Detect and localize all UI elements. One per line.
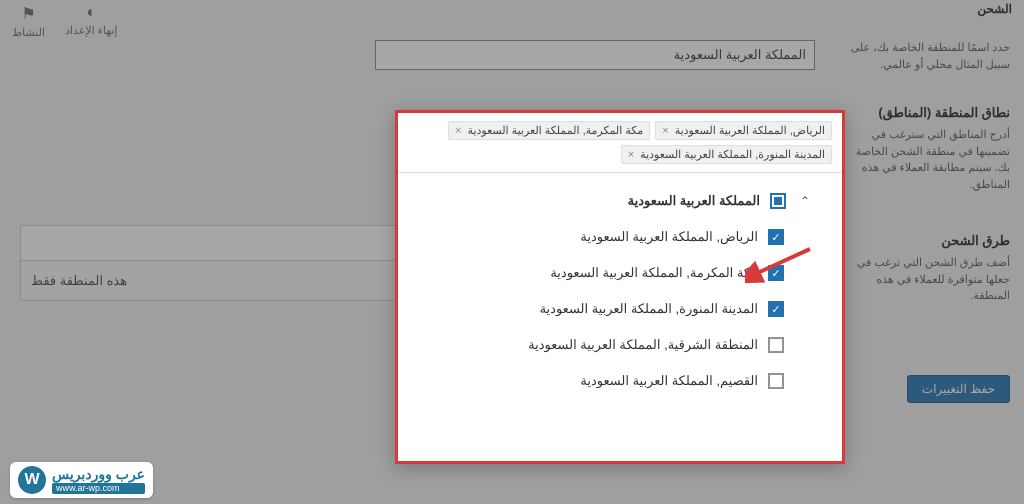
- tree-child-row[interactable]: المنطقة الشرقية, المملكة العربية السعودي…: [416, 327, 824, 363]
- zone-regions-title: نطاق المنطقة (المناطق): [845, 105, 1010, 121]
- checkbox[interactable]: ✓: [768, 301, 784, 317]
- checkbox[interactable]: [768, 337, 784, 353]
- contrast-icon: ◐: [86, 4, 96, 22]
- flag-icon: ⚑: [21, 4, 35, 24]
- wp-icon: W: [18, 466, 46, 494]
- tree-child-row[interactable]: ✓المدينة المنورة, المملكة العربية السعود…: [416, 291, 824, 327]
- region-chip[interactable]: المدينة المنورة, المملكة العربية السعودي…: [621, 145, 832, 164]
- region-chip[interactable]: الرياض, المملكة العربية السعودية×: [655, 121, 832, 140]
- activity-button[interactable]: ⚑ النشاط: [12, 4, 45, 39]
- tree-child-row[interactable]: ✓مكة المكرمة, المملكة العربية السعودية: [416, 255, 824, 291]
- tree-parent-row[interactable]: ⌃المملكة العربية السعودية: [416, 183, 824, 219]
- checkbox[interactable]: ✓: [768, 265, 784, 281]
- zone-name-input[interactable]: [375, 40, 815, 70]
- zone-name-helper: حدد اسمًا للمنطقة الخاصة بك، على سبيل ال…: [845, 40, 1010, 73]
- tab-shipping[interactable]: الشحن: [977, 2, 1012, 16]
- region-multiselect-dropdown[interactable]: الرياض, المملكة العربية السعودية× مكة الم…: [395, 110, 845, 464]
- save-button[interactable]: حفظ التغييرات: [907, 375, 1010, 403]
- shipping-methods-helper: أضف طرق الشحن التي ترغب في جعلها متوافرة…: [845, 255, 1010, 305]
- tree-child-row[interactable]: ✓الرياض, المملكة العربية السعودية: [416, 219, 824, 255]
- chevron-up-icon[interactable]: ⌃: [796, 194, 814, 208]
- watermark-logo: W عرب ووردبريس www.ar-wp.com: [10, 462, 153, 498]
- checkbox[interactable]: [768, 373, 784, 389]
- checkbox-indeterminate[interactable]: [770, 193, 786, 209]
- checkbox[interactable]: ✓: [768, 229, 784, 245]
- chip-remove-icon[interactable]: ×: [628, 149, 634, 161]
- zone-regions-helper: أدرج المناطق التي سترغب في تضمينها في من…: [845, 127, 1010, 193]
- chip-remove-icon[interactable]: ×: [455, 125, 461, 137]
- shipping-methods-title: طرق الشحن: [845, 233, 1010, 249]
- tree-child-row[interactable]: القصيم, المملكة العربية السعودية: [416, 363, 824, 399]
- region-chip[interactable]: مكة المكرمة, المملكة العربية السعودية×: [448, 121, 650, 140]
- chip-remove-icon[interactable]: ×: [662, 125, 668, 137]
- finish-setup-button[interactable]: ◐ إنهاء الإعداد: [65, 4, 117, 39]
